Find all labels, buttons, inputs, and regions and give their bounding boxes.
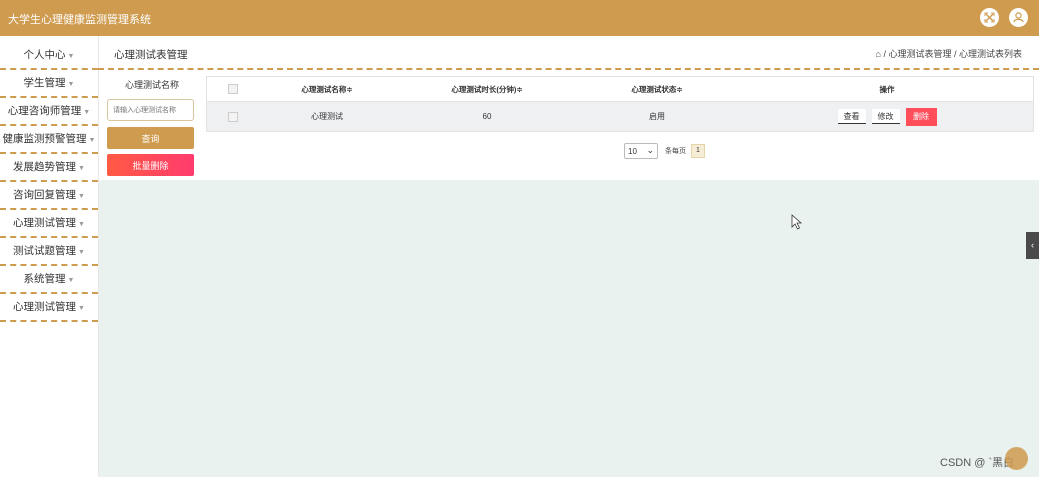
sidebar-item-label: 个人中心 [23,49,66,61]
content-background [99,180,1039,477]
page-size-select[interactable]: 10 ⌄ [624,143,658,159]
expand-icon[interactable] [980,8,999,27]
top-bar: 大学生心理健康监测管理系统 [0,0,1039,36]
sidebar-item-label: 咨询回复管理 [13,189,77,201]
sidebar-item-consult-reply[interactable]: 咨询回复管理 ▼ [0,182,98,210]
query-button[interactable]: 查询 [107,127,194,149]
sidebar-item-label: 心理测试管理 [13,217,77,229]
column-header-duration[interactable]: 心理测试时长(分钟)≑ [422,77,552,101]
cell-duration: 60 [482,112,492,121]
page-header: 心理测试表管理 ⌂ / 心理测试表管理 / 心理测试表列表 [98,36,1039,70]
view-button[interactable]: 查看 [837,109,866,124]
row-checkbox[interactable] [228,111,238,122]
column-header-name[interactable]: 心理测试名称≑ [262,77,392,101]
column-header-status[interactable]: 心理测试状态≑ [592,77,722,101]
app-title: 大学生心理健康监测管理系统 [8,14,151,26]
pagination: 10 ⌄ 条每页 1 [624,143,705,159]
chevron-down-icon: ⌄ [646,145,654,155]
edit-button[interactable]: 修改 [871,109,900,124]
page-title: 心理测试表管理 [114,49,188,61]
watermark: CSDN @ `黑白 [940,457,1015,469]
page-size-value: 10 [628,146,637,156]
batch-delete-button[interactable]: 批量删除 [107,154,194,176]
sidebar-item-personal-center[interactable]: 个人中心 ▼ [0,36,98,70]
sidebar-item-system[interactable]: 系统管理 ▼ [0,266,98,294]
sidebar-item-label: 学生管理 [23,77,66,89]
search-input[interactable] [107,99,194,121]
sidebar: 个人中心 ▼ 学生管理 ▼ 心理咨询师管理 ▼ 健康监测预警管理 ▼ 发展趋势管理 ▼ 咨… [0,36,99,477]
user-icon[interactable] [1009,8,1028,27]
cell-name: 心理测试 [311,112,343,121]
select-all-cell [219,77,247,101]
chevron-down-icon: ▼ [78,165,85,172]
mouse-cursor-icon [791,214,803,230]
chevron-down-icon: ▼ [83,109,91,116]
table-row: 心理测试 60 启用 查看 修改 删除 [207,102,1033,131]
avatar [1005,447,1028,470]
cell-status: 启用 [649,112,665,121]
chevron-down-icon: ▼ [67,53,75,60]
sidebar-item-students[interactable]: 学生管理 ▼ [0,70,98,98]
search-label: 心理测试名称 [124,80,179,90]
chevron-left-icon: ‹ [1031,240,1034,250]
column-header-actions: 操作 [879,84,895,94]
data-table: 心理测试名称≑ 心理测试时长(分钟)≑ 心理测试状态≑ 操作 心理测试 60 启… [206,76,1034,132]
sidebar-item-psych-test[interactable]: 心理测试管理 ▼ [0,210,98,238]
sidebar-item-psych-test-2[interactable]: 心理测试管理 ▼ [0,294,98,322]
breadcrumb[interactable]: ⌂ / 心理测试表管理 / 心理测试表列表 [876,47,1022,60]
per-page-label: 条每页 [665,148,686,155]
chevron-down-icon: ▼ [78,193,85,200]
sidebar-item-label: 发展趋势管理 [13,161,77,173]
delete-button[interactable]: 删除 [905,107,937,126]
sidebar-item-health-warning[interactable]: 健康监测预警管理 ▼ [0,126,98,154]
sidebar-item-label: 心理咨询师管理 [7,105,82,117]
chevron-down-icon: ▼ [88,137,96,144]
sidebar-item-label: 心理测试管理 [13,301,77,313]
sidebar-item-counselors[interactable]: 心理咨询师管理 ▼ [0,98,98,126]
search-panel: 心理测试名称 查询 批量删除 [107,78,197,176]
collapse-panel-button[interactable]: ‹ [1026,232,1039,259]
sidebar-item-test-questions[interactable]: 测试试题管理 ▼ [0,238,98,266]
sidebar-item-label: 健康监测预警管理 [2,133,87,145]
chevron-down-icon: ▼ [78,249,85,256]
table-header-row: 心理测试名称≑ 心理测试时长(分钟)≑ 心理测试状态≑ 操作 [207,77,1033,102]
row-select-cell [219,102,247,131]
sidebar-item-trends[interactable]: 发展趋势管理 ▼ [0,154,98,182]
row-actions: 查看 修改 删除 [817,102,957,131]
page-number-button[interactable]: 1 [691,144,705,158]
chevron-down-icon: ▼ [67,81,75,88]
sidebar-item-label: 系统管理 [23,273,66,285]
sidebar-item-label: 测试试题管理 [13,245,77,257]
select-all-checkbox[interactable] [228,84,238,94]
chevron-down-icon: ▼ [67,277,75,284]
chevron-down-icon: ▼ [78,221,85,228]
chevron-down-icon: ▼ [78,305,85,312]
